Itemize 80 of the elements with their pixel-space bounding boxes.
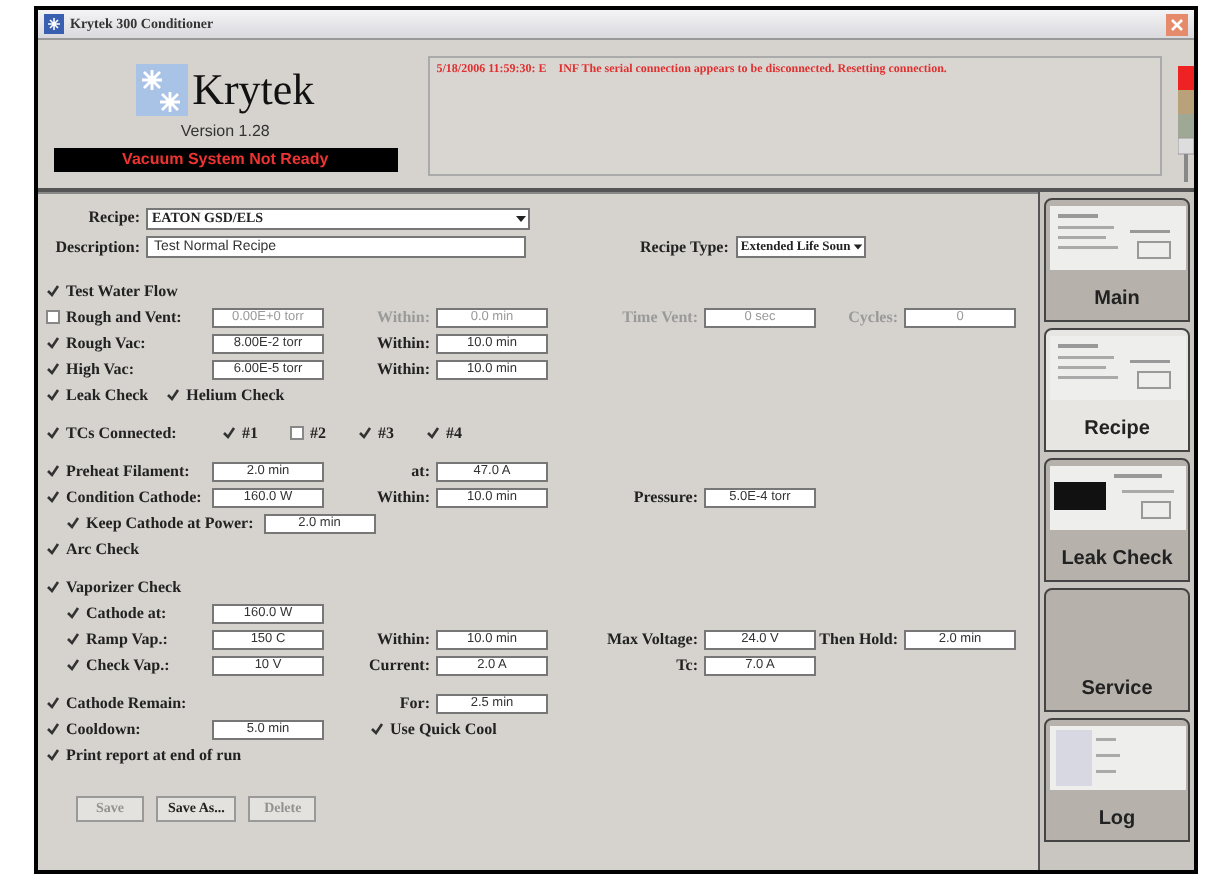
- checkbox-label: Rough and Vent:: [66, 307, 182, 327]
- close-button[interactable]: [1166, 13, 1188, 35]
- checkbox[interactable]: [46, 722, 60, 736]
- dropdown-arrow-icon: [514, 213, 528, 223]
- checkbox[interactable]: [46, 542, 60, 556]
- checkbox[interactable]: [358, 426, 372, 440]
- checkbox[interactable]: [46, 426, 60, 440]
- checkbox[interactable]: [46, 336, 60, 350]
- checkbox-label: Arc Check: [66, 539, 140, 559]
- field-label: Recipe Type:: [640, 237, 731, 257]
- checkbox-label: Print report at end of run: [66, 745, 242, 765]
- checkbox[interactable]: [66, 632, 80, 646]
- checkbox-label: High Vac:: [66, 359, 135, 379]
- checkbox[interactable]: [46, 580, 60, 594]
- checkbox-label: Condition Cathode:: [66, 487, 202, 507]
- checkbox-label: Rough Vac:: [66, 333, 146, 353]
- checkbox[interactable]: [46, 490, 60, 504]
- logo-text: Krytek: [192, 66, 315, 114]
- checkbox-label: Preheat Filament:: [66, 461, 190, 481]
- checkbox-label: Helium Check: [186, 385, 285, 405]
- checkbox[interactable]: [46, 388, 60, 402]
- snowflake-icon: [136, 64, 189, 116]
- checkbox-label: Cathode Remain:: [66, 693, 187, 713]
- checkbox-label: Ramp Vap.:: [86, 629, 168, 649]
- checkbox[interactable]: [46, 748, 60, 762]
- field-label: at:: [411, 461, 432, 481]
- checkbox[interactable]: [290, 426, 304, 440]
- field-label: Within:: [376, 307, 432, 327]
- checkbox[interactable]: [166, 388, 181, 402]
- nav-tab[interactable]: Log: [1044, 718, 1190, 842]
- dropdown-arrow-icon: [852, 242, 865, 252]
- thumbnail-drawing: [1049, 336, 1185, 400]
- checkbox-label: Keep Cathode at Power:: [86, 513, 254, 533]
- field-label: Within:: [376, 629, 432, 649]
- checkbox[interactable]: [46, 362, 60, 376]
- checkbox[interactable]: [222, 426, 236, 440]
- checkbox[interactable]: [66, 516, 80, 530]
- field-label: Tc:: [676, 655, 700, 675]
- field-label: Pressure:: [633, 487, 700, 507]
- nav-tab[interactable]: Main: [1044, 198, 1190, 322]
- field-label: Max Voltage:: [606, 629, 700, 649]
- checkbox-label: Check Vap.:: [86, 655, 170, 675]
- nav-tab[interactable]: Service: [1044, 588, 1190, 712]
- checkbox-label: Cathode at:: [86, 603, 167, 623]
- nav-tab[interactable]: Leak Check: [1044, 458, 1190, 582]
- checkbox[interactable]: [66, 606, 80, 620]
- field-label: Current:: [368, 655, 432, 675]
- field-label: Recipe:: [86, 208, 142, 228]
- checkbox-label: #1: [242, 423, 258, 443]
- field-label: For:: [399, 693, 432, 713]
- checkbox-label: Use Quick Cool: [390, 719, 497, 739]
- checkbox-label: Cooldown:: [66, 719, 141, 739]
- field-label: Within:: [376, 333, 432, 353]
- field-label: Within:: [376, 487, 432, 507]
- thumbnail-drawing: [1049, 206, 1185, 270]
- app-icon: [44, 14, 64, 34]
- checkbox-label: Test Water Flow: [66, 281, 178, 301]
- status-banner: Vacuum System Not Ready: [53, 148, 398, 172]
- checkbox[interactable]: [426, 426, 440, 440]
- checkbox-label: #2: [310, 423, 326, 443]
- field-label: Description:: [53, 237, 142, 257]
- checkbox[interactable]: [46, 464, 60, 478]
- field-label: Within:: [376, 359, 432, 379]
- checkbox[interactable]: [46, 284, 60, 298]
- thumbnail-drawing: [1049, 466, 1185, 530]
- checkbox-label: Vaporizer Check: [66, 577, 182, 597]
- field-label: Cycles:: [848, 307, 900, 327]
- checkbox[interactable]: [46, 696, 60, 710]
- checkbox[interactable]: [370, 722, 384, 736]
- nav-tab[interactable]: Recipe: [1044, 328, 1190, 452]
- checkbox-label: TCs Connected:: [66, 423, 177, 443]
- field-label: Then Hold:: [819, 629, 900, 649]
- field-label: Time Vent:: [622, 307, 700, 327]
- checkbox-label: #4: [446, 423, 462, 443]
- thumbnail-drawing: [1049, 726, 1185, 790]
- checkbox[interactable]: [66, 658, 80, 672]
- checkbox[interactable]: [46, 310, 60, 324]
- version-text: Version 1.28: [180, 120, 270, 144]
- checkbox-label: Leak Check: [66, 385, 149, 405]
- checkbox-label: #3: [378, 423, 394, 443]
